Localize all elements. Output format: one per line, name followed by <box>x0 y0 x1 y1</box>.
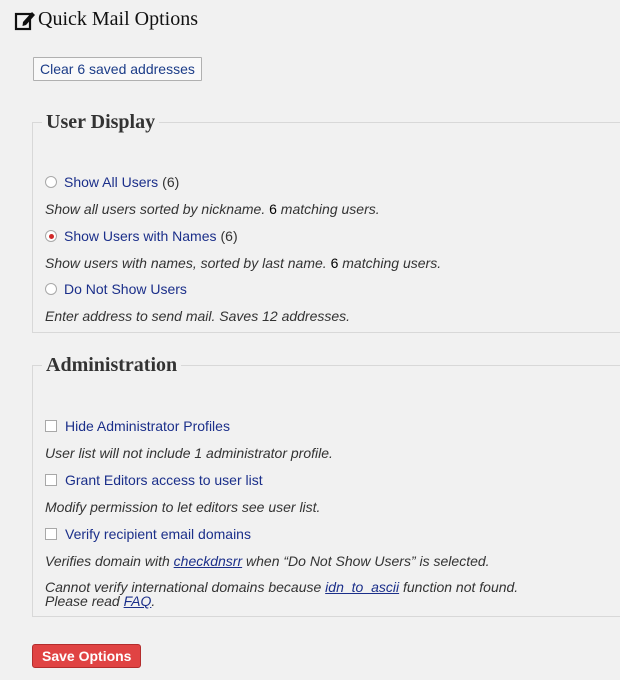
clear-saved-addresses-button[interactable]: Clear 6 saved addresses <box>33 57 202 81</box>
checkbox[interactable] <box>45 420 57 432</box>
checkbox-hide-admin-profiles[interactable]: Hide Administrator Profiles <box>45 418 230 434</box>
radio-button[interactable] <box>45 283 57 295</box>
idn-to-ascii-link[interactable]: idn_to_ascii <box>325 579 399 595</box>
option-description: Modify permission to let editors see use… <box>45 499 321 515</box>
save-options-button[interactable]: Save Options <box>32 644 142 668</box>
checkbox[interactable] <box>45 474 57 486</box>
option-description: User list will not include 1 administrat… <box>45 445 333 461</box>
option-description: Verifies domain with checkdnsrr when “Do… <box>45 553 490 569</box>
option-label: Grant Editors access to user list <box>65 472 263 488</box>
option-description: Show users with names, sorted by last na… <box>45 255 442 271</box>
edit-icon <box>14 9 36 31</box>
option-label: Show Users with Names <box>64 228 217 244</box>
checkbox[interactable] <box>45 528 57 540</box>
page-header: Quick Mail Options <box>14 8 198 31</box>
option-count: (6) <box>162 174 180 190</box>
checkbox-grant-editors-access[interactable]: Grant Editors access to user list <box>45 472 263 488</box>
page-title: Quick Mail Options <box>38 8 198 30</box>
checkbox-verify-email-domains[interactable]: Verify recipient email domains <box>45 526 251 542</box>
faq-link[interactable]: FAQ <box>124 593 152 609</box>
option-label: Do Not Show Users <box>64 281 187 297</box>
radio-button-selected[interactable] <box>45 230 57 242</box>
radio-do-not-show-users[interactable]: Do Not Show Users <box>45 281 187 297</box>
user-display-legend: User Display <box>46 111 156 133</box>
user-display-section: User Display Show All Users (6) Show all… <box>32 111 620 333</box>
option-label: Hide Administrator Profiles <box>65 418 230 434</box>
checkdnsrr-link[interactable]: checkdnsrr <box>174 553 242 569</box>
option-label: Verify recipient email domains <box>65 526 251 542</box>
radio-show-users-with-names[interactable]: Show Users with Names (6) <box>45 228 238 244</box>
administration-legend: Administration <box>46 354 178 376</box>
administration-section: Administration Hide Administrator Profil… <box>32 354 620 617</box>
option-description: Enter address to send mail. Saves 12 add… <box>45 308 351 324</box>
idn-warning: Cannot verify international domains beca… <box>45 579 519 609</box>
option-description: Show all users sorted by nickname. 6 mat… <box>45 201 380 217</box>
option-count: (6) <box>220 228 238 244</box>
option-label: Show All Users <box>64 174 159 190</box>
radio-show-all-users[interactable]: Show All Users (6) <box>45 174 179 190</box>
radio-button[interactable] <box>45 176 57 188</box>
